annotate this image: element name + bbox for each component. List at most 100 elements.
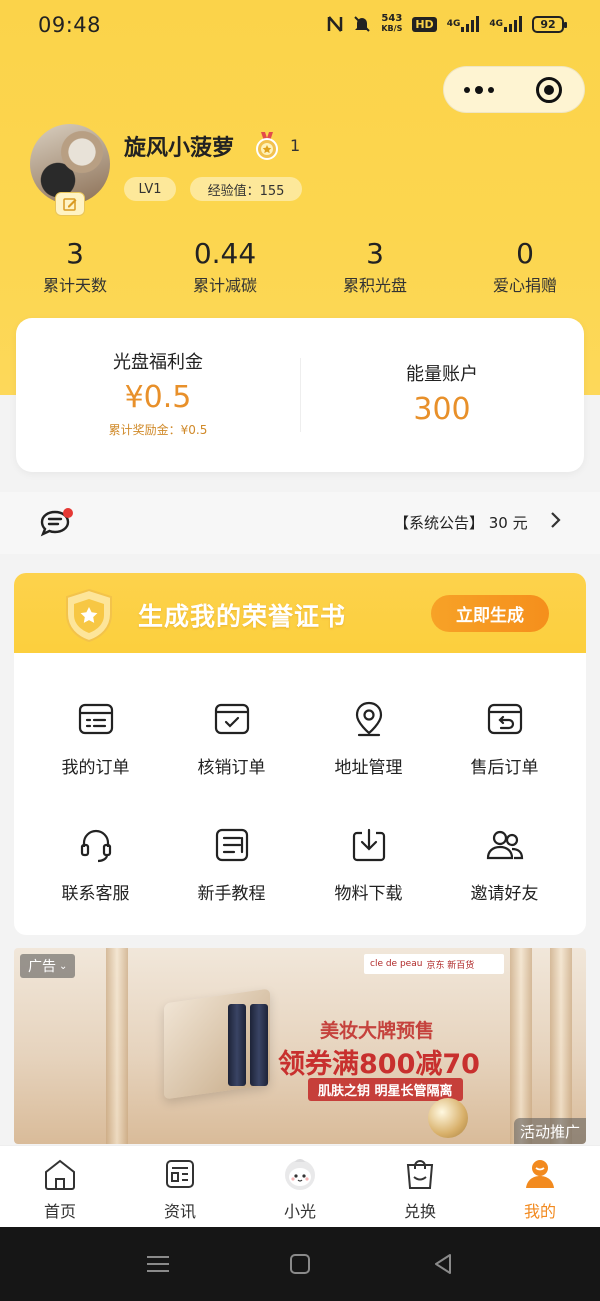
- service-label: 新手教程: [197, 884, 266, 904]
- welfare-title: 光盘福利金: [113, 352, 203, 373]
- miniprogram-capsule: [443, 66, 585, 113]
- ad-product-bottle: [250, 1004, 268, 1086]
- level-badge: LV1: [124, 177, 176, 201]
- tab-exchange[interactable]: 兑换: [360, 1156, 480, 1222]
- medal-icon[interactable]: [254, 132, 280, 160]
- stat-value: 0.44: [193, 237, 257, 270]
- status-icons: 543 KB/S HD 4G 4G 92: [327, 14, 567, 34]
- home-button-icon[interactable]: [284, 1249, 316, 1279]
- after-sale-icon: [487, 703, 522, 735]
- service-label: 物料下载: [334, 884, 403, 904]
- honor-title: 生成我的荣誉证书: [138, 602, 347, 631]
- stat-plates[interactable]: 3 累积光盘: [315, 238, 435, 296]
- tab-label: 小光: [283, 1202, 316, 1221]
- tab-news[interactable]: 资讯: [120, 1156, 240, 1222]
- stat-label: 爱心捐赠: [492, 276, 557, 295]
- honor-certificate-banner[interactable]: 生成我的荣誉证书 立即生成: [14, 573, 586, 653]
- nfc-icon: [327, 15, 343, 33]
- energy-title: 能量账户: [406, 364, 478, 385]
- tab-home[interactable]: 首页: [0, 1156, 120, 1222]
- material-download-button[interactable]: 物料下载: [297, 825, 440, 935]
- more-options-icon[interactable]: [444, 66, 514, 113]
- ad-pillar: [510, 948, 532, 1144]
- ad-pillar: [106, 948, 128, 1144]
- signal-2-label: 4G: [489, 19, 503, 29]
- service-label: 地址管理: [334, 758, 403, 778]
- invite-friends-icon: [486, 830, 523, 860]
- welfare-subtotal: 累计奖励金：¥0.5: [108, 423, 208, 437]
- status-time: 09:48: [38, 13, 102, 37]
- service-label: 联系客服: [61, 884, 130, 904]
- battery-icon: 92: [532, 15, 567, 33]
- ad-promo-label: 活动推广: [513, 1118, 586, 1144]
- shopping-bag-icon: [406, 1160, 434, 1189]
- mute-bell-icon: [353, 15, 371, 33]
- signal-2-icon: 4G: [489, 16, 522, 32]
- verify-orders-button[interactable]: 核销订单: [160, 699, 303, 819]
- ad-brand-bar: cle de peau 京东 新百货: [364, 954, 504, 974]
- location-pin-icon: [355, 701, 382, 737]
- after-sale-orders-button[interactable]: 售后订单: [433, 699, 576, 819]
- announcement-text: 【系统公告】 30 元: [394, 514, 528, 532]
- ad-banner[interactable]: 广告 ⌄ cle de peau 京东 新百货 美妆大牌预售 领券满800减70…: [14, 948, 586, 1144]
- edit-profile-icon[interactable]: [55, 192, 85, 216]
- network-speed: 543 KB/S: [381, 14, 402, 34]
- ad-pillar: [550, 948, 572, 1144]
- ad-headline: 美妆大牌预售: [320, 1020, 435, 1042]
- ad-offer: 领券满800减70: [278, 1049, 480, 1080]
- headset-icon: [80, 829, 111, 863]
- chevron-down-icon: ⌄: [59, 960, 68, 972]
- signal-1-icon: 4G: [447, 16, 480, 32]
- username: 旋风小菠萝: [124, 136, 235, 161]
- wallet-card: 光盘福利金 ¥0.5 累计奖励金：¥0.5 能量账户 300: [16, 318, 584, 472]
- back-icon[interactable]: [428, 1249, 460, 1279]
- welfare-fund[interactable]: 光盘福利金 ¥0.5 累计奖励金：¥0.5: [16, 348, 300, 438]
- energy-account[interactable]: 能量账户 300: [300, 360, 584, 427]
- trophy-shield-icon: [66, 588, 112, 643]
- stat-value: 3: [66, 237, 84, 270]
- verify-order-icon: [214, 703, 249, 735]
- network-speed-unit: KB/S: [381, 24, 403, 33]
- ad-brand-2: 京东 新百货: [426, 960, 475, 971]
- generate-certificate-button[interactable]: 立即生成: [431, 595, 549, 632]
- tab-label: 首页: [43, 1202, 76, 1221]
- my-orders-button[interactable]: 我的订单: [24, 699, 167, 819]
- close-miniprogram-icon[interactable]: [514, 66, 584, 113]
- invite-friends-button[interactable]: 邀请好友: [433, 825, 576, 935]
- stat-days[interactable]: 3 累计天数: [15, 238, 135, 296]
- ad-decoration: [428, 1098, 468, 1138]
- signal-1-label: 4G: [446, 19, 461, 29]
- tab-xiaoguang[interactable]: 小光: [240, 1156, 360, 1222]
- tab-bar: 首页 资讯 小光 兑换 我的: [0, 1145, 600, 1227]
- home-icon: [45, 1159, 75, 1190]
- order-list-icon: [78, 703, 113, 735]
- ad-subline: 肌肤之钥 明星长管隔离: [308, 1078, 463, 1101]
- services-card: 生成我的荣誉证书 立即生成 我的订单 核销订单 地址管理 售后订单 联系客服 新…: [14, 573, 586, 935]
- welfare-amount: ¥0.5: [124, 380, 192, 415]
- download-icon: [352, 828, 385, 862]
- chevron-right-icon: [550, 511, 562, 534]
- mascot-icon: [285, 1159, 315, 1190]
- status-bar: 09:48 543 KB/S HD 4G 4G 92: [0, 0, 600, 52]
- tutorial-icon: [215, 828, 248, 862]
- system-navigation-bar: [0, 1227, 600, 1301]
- announcement-bar[interactable]: 【系统公告】 30 元: [0, 492, 600, 554]
- profile-icon: [526, 1160, 554, 1188]
- service-label: 售后订单: [470, 758, 539, 778]
- contact-support-button[interactable]: 联系客服: [24, 825, 167, 935]
- stat-donation[interactable]: 0 爱心捐赠: [465, 238, 585, 296]
- service-label: 我的订单: [61, 758, 130, 778]
- stat-label: 累计天数: [42, 276, 107, 295]
- menu-icon[interactable]: [142, 1249, 174, 1279]
- service-label: 邀请好友: [470, 884, 539, 904]
- tutorial-button[interactable]: 新手教程: [160, 825, 303, 935]
- stat-value: 3: [366, 237, 384, 270]
- tab-label: 兑换: [403, 1202, 436, 1221]
- address-management-button[interactable]: 地址管理: [297, 699, 440, 819]
- stat-label: 累积光盘: [342, 276, 407, 295]
- ad-label[interactable]: 广告 ⌄: [20, 954, 76, 978]
- exp-badge: 经验值：155: [190, 177, 302, 201]
- message-icon: [40, 508, 73, 537]
- tab-mine[interactable]: 我的: [480, 1156, 600, 1222]
- stat-carbon[interactable]: 0.44 累计减碳: [165, 238, 285, 296]
